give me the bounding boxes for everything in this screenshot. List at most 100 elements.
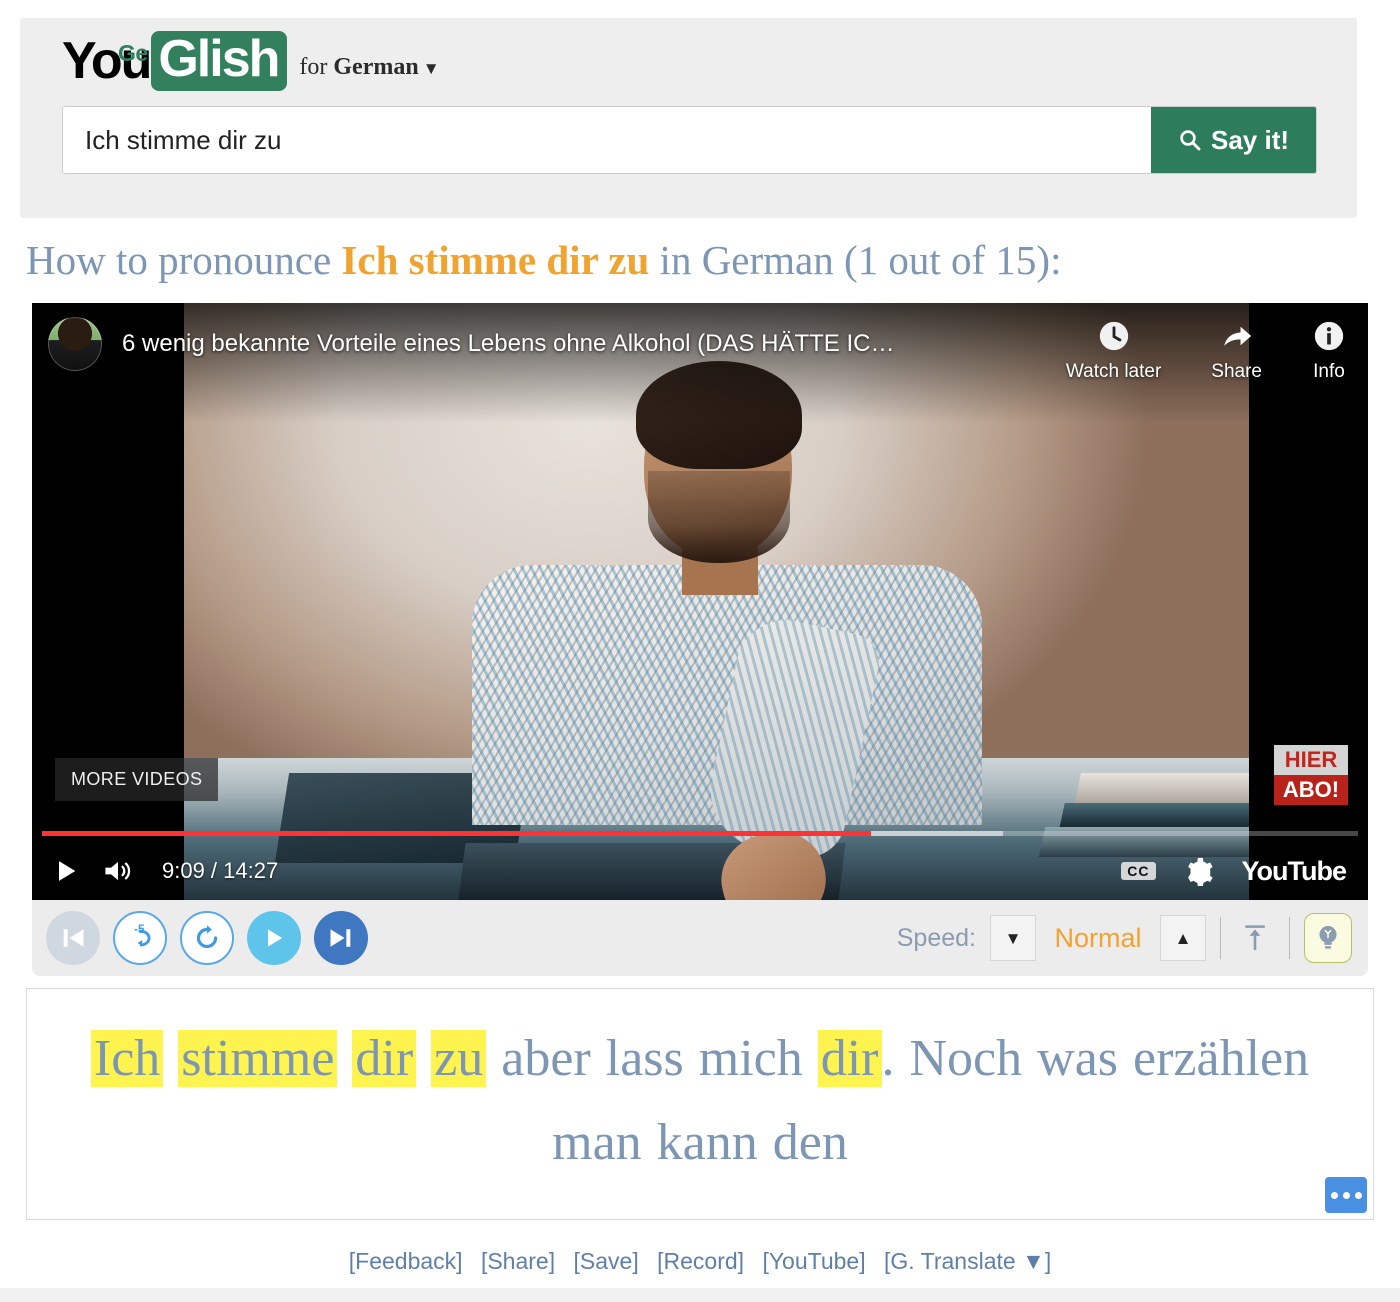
ellipsis-icon (1330, 1191, 1338, 1199)
play-icon (59, 861, 76, 881)
player-controls-left: 9:09 / 14:27 (32, 857, 278, 885)
search-bar: Say it! (62, 106, 1317, 174)
replay-5-icon: -5 (134, 922, 151, 947)
transcript-box[interactable]: Ich stimme dir zu aber lass mich dir. No… (26, 988, 1374, 1220)
page-title: How to pronounce Ich stimme dir zu in Ge… (26, 234, 1366, 286)
feedback-link[interactable]: [Feedback] (349, 1248, 463, 1274)
info-label: Info (1313, 361, 1345, 382)
language-selector[interactable]: for German ▼ (299, 54, 439, 81)
for-prefix-label: for (299, 54, 334, 80)
svg-text:-5: -5 (134, 922, 145, 936)
share-button[interactable]: Share (1211, 319, 1262, 383)
speed-label: Speed: (896, 923, 976, 952)
logo-ge-superscript: Ge (118, 40, 148, 66)
speed-decrease-button[interactable]: ▼ (990, 915, 1036, 961)
info-button[interactable]: Info (1312, 319, 1346, 383)
player-top-actions: Watch later Share Info (1066, 319, 1346, 383)
speaker-beard (648, 471, 790, 563)
transcript-token[interactable]: lass (606, 1030, 684, 1087)
transcript-token[interactable]: mich (699, 1030, 803, 1087)
avatar[interactable] (48, 317, 102, 371)
transcript-token[interactable]: . Noch (882, 1030, 1023, 1087)
transcript-token[interactable]: erzählen (1133, 1030, 1309, 1087)
page-bottom-strip (0, 1288, 1400, 1302)
skip-next-icon (330, 929, 351, 947)
transcript-token[interactable]: den (773, 1114, 848, 1171)
divider (1220, 917, 1221, 959)
divider (1289, 917, 1290, 959)
share-label: Share (1211, 361, 1262, 382)
volume-button[interactable] (102, 857, 134, 885)
record-link[interactable]: [Record] (657, 1248, 744, 1274)
transcript-more-button[interactable] (1325, 1177, 1367, 1213)
subscribe-overlay-badge: HIER ABO! (1274, 745, 1348, 805)
search-input[interactable] (63, 107, 1151, 173)
say-it-label: Say it! (1210, 124, 1290, 155)
transcript-token-highlighted[interactable]: Ich (90, 1030, 164, 1087)
time-display: 9:09 / 14:27 (162, 858, 279, 883)
transcript-token[interactable]: man (552, 1114, 642, 1171)
transcript-token[interactable]: aber (501, 1030, 590, 1087)
desk-object-book-mid (1059, 803, 1265, 829)
say-it-button[interactable]: Say it! (1151, 107, 1316, 173)
video-title[interactable]: 6 wenig bekannte Vorteile eines Lebens o… (122, 330, 894, 358)
chevron-down-icon: ▼ (422, 59, 440, 78)
search-icon (1180, 130, 1201, 151)
speed-increase-button[interactable]: ▲ (1160, 915, 1206, 961)
replay-icon (196, 925, 218, 949)
caret-up-icon: ▲ (1174, 928, 1192, 948)
transcript-token-highlighted[interactable]: dir (352, 1030, 417, 1087)
youglish-page: You Ge Glish for German▼ Say it! How to … (0, 0, 1400, 1302)
ellipsis-icon (1342, 1191, 1350, 1199)
youtube-logo[interactable]: YouTube (1242, 856, 1347, 887)
settings-button[interactable] (1184, 856, 1214, 886)
replay-occurrence-button[interactable] (180, 911, 234, 965)
skip-previous-icon (63, 929, 84, 947)
progress-played (42, 831, 872, 836)
scroll-to-top-button[interactable] (1235, 915, 1275, 961)
ellipsis-icon (1354, 1191, 1362, 1199)
next-occurrence-button[interactable] (314, 911, 368, 965)
rewind-5-seconds-button[interactable]: -5 (113, 911, 167, 965)
speed-controls-group: Speed: ▼ Normal ▲ (897, 913, 1368, 963)
player-controls-right: CC YouTube (1121, 856, 1368, 887)
abo-badge-top-text: HIER (1274, 745, 1348, 775)
info-icon (1314, 321, 1344, 351)
youtube-link[interactable]: [YouTube] (762, 1248, 865, 1274)
save-link[interactable]: [Save] (574, 1248, 639, 1274)
watch-later-label: Watch later (1065, 361, 1162, 382)
play-pause-button[interactable] (247, 911, 301, 965)
brand-header: You Ge Glish for German ▼ (62, 31, 440, 91)
play-button[interactable] (52, 857, 80, 885)
playback-buttons-group: -5 (32, 911, 368, 965)
previous-occurrence-button[interactable] (46, 911, 100, 965)
transcript-token-highlighted[interactable]: dir (817, 1030, 882, 1087)
more-videos-button[interactable]: MORE VIDEOS (55, 758, 219, 801)
logo-glish-text: Glish (151, 31, 288, 91)
caret-down-icon: ▼ (1004, 928, 1022, 948)
transcript-token-highlighted[interactable]: stimme (178, 1030, 338, 1087)
transcript-token[interactable]: kann (657, 1114, 758, 1171)
transcript-token-highlighted[interactable]: zu (431, 1030, 487, 1087)
headline-suffix: in German (1 out of 15): (649, 237, 1062, 283)
hint-button[interactable] (1304, 913, 1352, 963)
volume-icon (105, 861, 131, 881)
speed-value: Normal (1054, 922, 1142, 953)
language-name: German (333, 54, 419, 80)
captions-button[interactable]: CC (1121, 862, 1156, 880)
transcript-token[interactable]: was (1037, 1030, 1118, 1087)
youglish-logo[interactable]: You Ge Glish (62, 31, 288, 91)
youtube-player[interactable]: 6 wenig bekannte Vorteile eines Lebens o… (32, 303, 1368, 900)
watch-later-button[interactable]: Watch later (1066, 319, 1161, 383)
footer-links: [Feedback] [Share] [Save] [Record] [YouT… (0, 1248, 1400, 1275)
video-progress-bar[interactable] (42, 831, 1358, 836)
google-translate-link[interactable]: [G. Translate ▼] (884, 1248, 1051, 1274)
lightbulb-icon (1319, 926, 1337, 949)
share-link[interactable]: [Share] (481, 1248, 555, 1274)
headline-prefix: How to pronounce (26, 237, 342, 283)
clock-icon (1099, 321, 1128, 351)
transcript-text: Ich stimme dir zu aber lass mich dir. No… (27, 989, 1373, 1185)
share-arrow-icon (1223, 326, 1251, 346)
player-controls-bar: 9:09 / 14:27 CC YouTube (32, 842, 1368, 900)
abo-badge-bottom-text: ABO! (1274, 775, 1348, 805)
